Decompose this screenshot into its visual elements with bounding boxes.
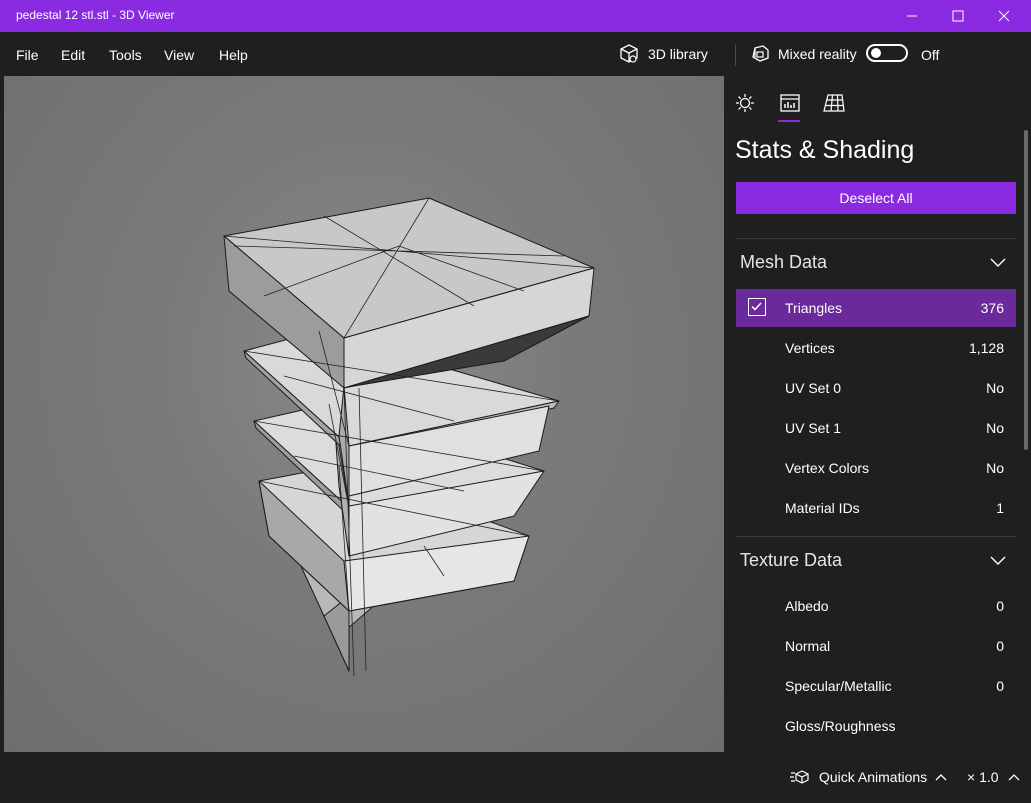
grid-icon xyxy=(823,94,845,112)
row-label: Material IDs xyxy=(785,500,860,516)
3d-library-label: 3D library xyxy=(648,46,708,62)
status-bar: Quick Animations × 1.0 xyxy=(0,752,1031,803)
deselect-all-button[interactable]: Deselect All xyxy=(736,182,1016,214)
texture-row-albedo[interactable]: Albedo 0 xyxy=(736,587,1016,625)
row-label: Normal xyxy=(785,638,831,654)
menu-tools[interactable]: Tools xyxy=(109,47,142,63)
3d-library-button[interactable]: 3D library xyxy=(618,42,708,66)
row-value: 1 xyxy=(996,500,1004,516)
row-label: Triangles xyxy=(785,300,843,316)
animation-cube-icon xyxy=(790,770,809,784)
row-label: Vertex Colors xyxy=(785,460,870,476)
pedestal-model[interactable] xyxy=(4,76,724,752)
divider xyxy=(736,238,1016,239)
mesh-row-vertices[interactable]: Vertices 1,128 xyxy=(736,329,1016,367)
speed-label: × 1.0 xyxy=(967,769,999,785)
maximize-icon xyxy=(952,10,964,22)
stats-panel: Stats & Shading Deselect All Mesh Data T… xyxy=(724,76,1031,752)
speed-button[interactable]: × 1.0 xyxy=(967,769,1020,785)
row-label: UV Set 0 xyxy=(785,380,842,396)
quick-animations-button[interactable]: Quick Animations xyxy=(790,769,947,785)
toggle-state-label: Off xyxy=(921,47,940,63)
mixed-reality-button[interactable]: Mixed reality xyxy=(749,42,857,66)
mixed-reality-toggle[interactable] xyxy=(866,44,908,62)
mesh-data-heading[interactable]: Mesh Data xyxy=(740,252,827,273)
toolbar-divider xyxy=(735,44,736,66)
texture-data-heading[interactable]: Texture Data xyxy=(740,550,842,571)
chevron-up-icon xyxy=(935,774,947,781)
toggle-knob xyxy=(871,48,881,58)
tab-lighting[interactable] xyxy=(732,90,758,116)
row-value: 376 xyxy=(980,300,1004,316)
row-value: 0 xyxy=(996,638,1004,654)
tab-stats[interactable] xyxy=(777,90,803,116)
minimize-button[interactable] xyxy=(889,0,935,32)
menu-edit[interactable]: Edit xyxy=(61,47,85,63)
row-value: 0 xyxy=(996,598,1004,614)
close-icon xyxy=(998,10,1010,22)
row-value: No xyxy=(986,380,1004,396)
checkmark-icon xyxy=(751,302,762,311)
texture-row-normal[interactable]: Normal 0 xyxy=(736,627,1016,665)
mesh-row-triangles[interactable]: Triangles 376 xyxy=(736,289,1016,327)
3d-viewport[interactable] xyxy=(4,76,724,752)
chevron-down-icon[interactable] xyxy=(990,556,1006,566)
mesh-row-uv-set-1[interactable]: UV Set 1 No xyxy=(736,409,1016,447)
row-value: No xyxy=(986,460,1004,476)
active-tab-indicator xyxy=(778,120,800,122)
mesh-row-uv-set-0[interactable]: UV Set 0 No xyxy=(736,369,1016,407)
panel-scrollbar[interactable] xyxy=(1024,130,1028,450)
panel-title: Stats & Shading xyxy=(735,136,915,164)
menu-file[interactable]: File xyxy=(16,47,39,63)
triangles-checkbox[interactable] xyxy=(748,298,766,316)
maximize-button[interactable] xyxy=(935,0,981,32)
row-value: No xyxy=(986,420,1004,436)
minimize-icon xyxy=(907,15,917,17)
menu-help[interactable]: Help xyxy=(219,47,248,63)
mixed-reality-label: Mixed reality xyxy=(778,46,857,62)
mixed-reality-icon xyxy=(752,45,769,62)
divider xyxy=(736,536,1016,537)
row-label: Gloss/Roughness xyxy=(785,718,896,734)
sun-icon xyxy=(736,94,754,112)
tab-grid[interactable] xyxy=(821,90,847,116)
row-label: Specular/Metallic xyxy=(785,678,892,694)
menu-bar: File Edit Tools View Help 3D library Mix… xyxy=(0,32,1031,76)
texture-row-gloss-roughness[interactable]: Gloss/Roughness xyxy=(736,707,1016,745)
mesh-row-vertex-colors[interactable]: Vertex Colors No xyxy=(736,449,1016,487)
row-value: 1,128 xyxy=(968,340,1004,356)
row-label: Vertices xyxy=(785,340,835,356)
stats-icon xyxy=(780,94,800,112)
quick-animations-label: Quick Animations xyxy=(819,769,928,785)
chevron-down-icon[interactable] xyxy=(990,258,1006,268)
menu-view[interactable]: View xyxy=(164,47,194,63)
row-label: Albedo xyxy=(785,598,829,614)
close-button[interactable] xyxy=(981,0,1027,32)
chevron-up-icon xyxy=(1008,774,1019,781)
title-bar: pedestal 12 stl.stl - 3D Viewer xyxy=(0,0,1031,32)
mesh-row-material-ids[interactable]: Material IDs 1 xyxy=(736,489,1016,527)
window-title: pedestal 12 stl.stl - 3D Viewer xyxy=(16,8,175,22)
cube-icon xyxy=(620,44,638,63)
row-label: UV Set 1 xyxy=(785,420,842,436)
texture-row-specular-metallic[interactable]: Specular/Metallic 0 xyxy=(736,667,1016,705)
row-value: 0 xyxy=(996,678,1004,694)
